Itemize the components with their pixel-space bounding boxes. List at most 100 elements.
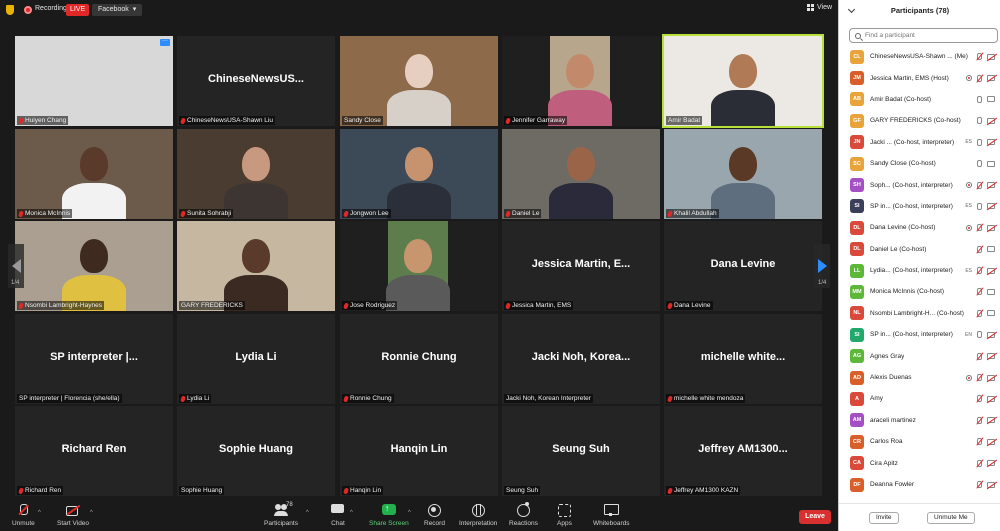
- participant-name: Jeffrey AM1300 KAZN: [674, 487, 739, 494]
- participant-row[interactable]: CL ChineseNewsUSA-Shawn ... (Me): [839, 46, 1000, 67]
- video-tile[interactable]: Monica McInnis: [15, 129, 173, 219]
- participant-row[interactable]: NL Nsombi Lambright-H... (Co-host): [839, 303, 1000, 324]
- mic-muted-icon: [977, 416, 982, 424]
- video-tile[interactable]: Khalil Abdullah: [664, 129, 822, 219]
- unmute-me-button[interactable]: Unmute Me: [927, 512, 975, 524]
- participant-list-name: Deanna Fowler: [870, 481, 915, 488]
- search-input[interactable]: [865, 32, 985, 39]
- participant-name: Khalil Abdullah: [674, 210, 717, 217]
- share-options-caret[interactable]: ^: [408, 510, 411, 516]
- language-channel-icon: ES: [965, 203, 972, 210]
- participant-row[interactable]: GF GARY FREDERICKS (Co-host): [839, 110, 1000, 131]
- audio-options-caret[interactable]: ^: [38, 510, 41, 516]
- chat-options-caret[interactable]: ^: [350, 510, 353, 516]
- unmute-button[interactable]: Unmute: [12, 504, 35, 527]
- reactions-button[interactable]: Reactions: [509, 502, 538, 527]
- participant-row[interactable]: SI SP in... (Co-host, interpreter) EN: [839, 324, 1000, 345]
- video-tile[interactable]: Sophie Huang Sophie Huang: [177, 406, 335, 496]
- more-options-icon[interactable]: ···: [160, 38, 170, 46]
- participant-name-label: Hanqin Lin: [342, 486, 384, 495]
- video-tile[interactable]: Nsombi Lambright-Haynes: [15, 221, 173, 311]
- live-stream-dropdown[interactable]: Facebook ▾: [92, 4, 143, 16]
- participant-status-icons: [977, 160, 995, 168]
- participant-status-icons: [966, 74, 995, 82]
- participants-options-caret[interactable]: ^: [306, 510, 309, 516]
- participant-list-name: Sandy Close (Co-host): [870, 160, 936, 168]
- participant-row[interactable]: JM Jessica Martin, EMS (Host): [839, 67, 1000, 88]
- share-screen-button[interactable]: Share Screen: [369, 503, 409, 527]
- participant-row[interactable]: AM araceli martinez: [839, 410, 1000, 431]
- participant-row[interactable]: AD Alexis Duenas: [839, 367, 1000, 388]
- participant-row[interactable]: AG Agnes Gray: [839, 345, 1000, 366]
- apps-button[interactable]: Apps: [557, 504, 572, 527]
- video-tile[interactable]: Jacki Noh, Korea... Jacki Noh, Korean Int…: [502, 314, 660, 404]
- video-tile[interactable]: Ronnie Chung Ronnie Chung: [340, 314, 498, 404]
- invite-button[interactable]: Invite: [869, 512, 899, 524]
- leave-button[interactable]: Leave: [799, 510, 831, 524]
- participant-list-name: Lydia... (Co-host, interpreter): [870, 267, 953, 275]
- muted-mic-icon: [343, 486, 349, 495]
- record-button[interactable]: Record: [424, 504, 445, 527]
- share-screen-label: Share Screen: [369, 520, 409, 527]
- view-button[interactable]: View: [807, 4, 832, 11]
- security-shield-icon[interactable]: [6, 5, 14, 15]
- start-video-label: Start Video: [57, 520, 90, 527]
- video-tile[interactable]: Jennifer Garraway: [502, 36, 660, 126]
- start-video-button[interactable]: Start Video: [57, 504, 89, 527]
- video-tile[interactable]: michelle white... michelle white mendoza: [664, 314, 822, 404]
- participant-row[interactable]: SH Soph... (Co-host, interpreter): [839, 174, 1000, 195]
- camera-icon: [987, 310, 995, 317]
- participant-list-name: Amir Badat (Co-host): [870, 95, 932, 103]
- video-tile[interactable]: Hanqin Lin Hanqin Lin: [340, 406, 498, 496]
- participant-row[interactable]: SI SP in... (Co-host, interpreter) ES: [839, 196, 1000, 217]
- video-tile[interactable]: Lydia Li Lydia Li: [177, 314, 335, 404]
- participant-search[interactable]: [849, 28, 998, 43]
- participant-name: Nsombi Lambright-Haynes: [25, 302, 102, 309]
- whiteboards-button[interactable]: Whiteboards: [593, 504, 630, 527]
- video-tile[interactable]: Sunita Sohrabji: [177, 129, 335, 219]
- participant-name-label: Jennifer Garraway: [504, 116, 568, 125]
- panel-footer: Invite Unmute Me: [839, 503, 1000, 531]
- video-tile[interactable]: Jeffrey AM1300... Jeffrey AM1300 KAZN: [664, 406, 822, 496]
- participant-row[interactable]: DL Dana Levine (Co-host): [839, 217, 1000, 238]
- muted-mic-icon: [180, 116, 186, 125]
- video-tile[interactable]: Amir Badat: [662, 34, 824, 128]
- video-tile[interactable]: ··· Huiyen Chang: [15, 36, 173, 126]
- participant-name-label: Jeffrey AM1300 KAZN: [666, 486, 741, 495]
- avatar: GF: [850, 113, 864, 128]
- video-options-caret[interactable]: ^: [90, 510, 93, 516]
- participants-label: Participants: [264, 520, 298, 527]
- participant-row[interactable]: A Amy: [839, 388, 1000, 409]
- participant-display-name: Hanqin Lin: [390, 443, 448, 455]
- video-tile[interactable]: Jose Rodriguez: [340, 221, 498, 311]
- participant-row[interactable]: AB Amir Badat (Co-host): [839, 89, 1000, 110]
- video-tile[interactable]: Daniel Le: [502, 129, 660, 219]
- participant-list: CL ChineseNewsUSA-Shawn ... (Me) JM Jessica…: [839, 46, 1000, 500]
- video-tile[interactable]: ChineseNewsUS... ChineseNewsUSA-Shawn Liu: [177, 36, 335, 126]
- participant-row[interactable]: DF Deanna Fowler: [839, 474, 1000, 495]
- participant-list-name: Soph... (Co-host, interpreter): [870, 181, 953, 189]
- participant-row[interactable]: CR Carlos Roa: [839, 431, 1000, 452]
- participant-row[interactable]: MM Monica McInnis (Co-host): [839, 281, 1000, 302]
- avatar: JM: [850, 71, 864, 86]
- video-tile[interactable]: Richard Ren Richard Ren: [15, 406, 173, 496]
- chat-button[interactable]: Chat: [331, 504, 345, 527]
- interpretation-button[interactable]: Interpretation: [459, 504, 497, 527]
- video-tile[interactable]: Jessica Martin, E... Jessica Martin, EMS: [502, 221, 660, 311]
- participant-row[interactable]: SC Sandy Close (Co-host): [839, 153, 1000, 174]
- participant-video: [664, 36, 822, 126]
- video-tile[interactable]: Sandy Close: [340, 36, 498, 126]
- participant-row[interactable]: DL Daniel Le (Co-host): [839, 239, 1000, 260]
- participant-name: Jose Rodriguez: [350, 302, 396, 309]
- video-tile[interactable]: Jongwon Lee: [340, 129, 498, 219]
- participant-row[interactable]: CA Cira Apitz: [839, 452, 1000, 473]
- video-tile[interactable]: Seung Suh Seung Suh: [502, 406, 660, 496]
- participants-button[interactable]: 78 Participants: [264, 502, 298, 527]
- video-tile[interactable]: Dana Levine Dana Levine: [664, 221, 822, 311]
- participant-row[interactable]: JN Jacki ... (Co-host, interpreter) ES: [839, 132, 1000, 153]
- video-tile[interactable]: GARY FREDERICKS: [177, 221, 335, 311]
- video-tile[interactable]: SP interpreter |... SP interpreter | Flor…: [15, 314, 173, 404]
- participant-name-label: Sandy Close: [342, 116, 383, 125]
- participant-row[interactable]: LL Lydia... (Co-host, interpreter) ES: [839, 260, 1000, 281]
- avatar: SC: [850, 156, 864, 171]
